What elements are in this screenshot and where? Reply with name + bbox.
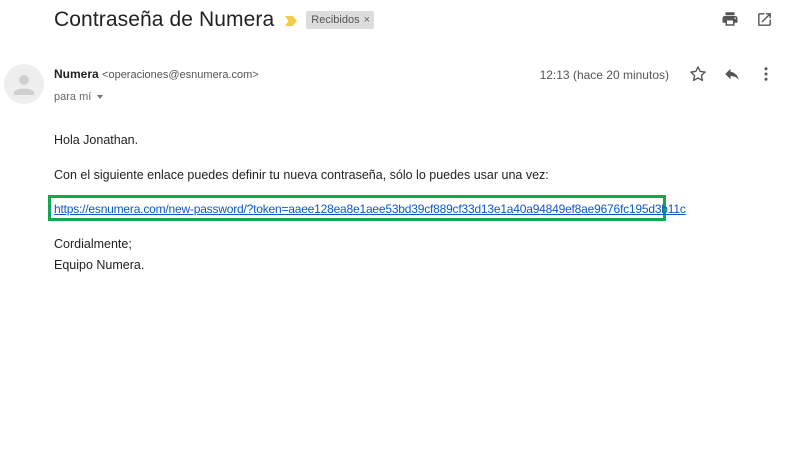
recipient-label: para mí bbox=[54, 91, 92, 103]
star-icon bbox=[690, 66, 706, 82]
open-in-new-window-icon bbox=[757, 12, 771, 26]
signature-text: Equipo Numera. bbox=[54, 258, 145, 272]
importance-marker-icon[interactable] bbox=[284, 14, 298, 28]
email-subject: Contraseña de Numera bbox=[54, 8, 275, 31]
default-avatar-icon bbox=[14, 75, 34, 95]
show-details-chevron-icon[interactable] bbox=[97, 95, 104, 99]
reply-icon bbox=[725, 68, 739, 80]
sender-line: Numera <operaciones@esnumera.com> bbox=[54, 67, 259, 81]
sender-avatar[interactable] bbox=[4, 64, 44, 104]
message-actions bbox=[688, 64, 776, 84]
star-button[interactable] bbox=[688, 64, 708, 84]
more-options-button[interactable] bbox=[756, 64, 776, 84]
sender-name[interactable]: Numera bbox=[54, 67, 99, 81]
email-timestamp: 12:13 (hace 20 minutos) bbox=[539, 68, 669, 82]
greeting-text: Hola Jonathan. bbox=[54, 133, 139, 147]
print-icon bbox=[722, 12, 738, 26]
reply-button[interactable] bbox=[722, 64, 742, 84]
more-vert-icon bbox=[764, 67, 768, 81]
open-in-new-window-button[interactable] bbox=[754, 9, 774, 29]
closing-text: Cordialmente; bbox=[54, 237, 132, 251]
label-chip-inbox[interactable]: Recibidos × bbox=[306, 11, 375, 29]
thread-actions bbox=[720, 9, 774, 29]
password-reset-link[interactable]: https://esnumera.com/new-password/?token… bbox=[54, 202, 686, 216]
print-button[interactable] bbox=[720, 9, 740, 29]
remove-label-button[interactable]: × bbox=[364, 14, 370, 26]
subject-row: Contraseña de Numera Recibidos × bbox=[54, 6, 375, 34]
recipient-line: para mí bbox=[54, 91, 104, 103]
label-chip-text: Recibidos bbox=[311, 14, 360, 26]
sender-email: <operaciones@esnumera.com> bbox=[102, 69, 259, 81]
intro-text: Con el siguiente enlace puedes definir t… bbox=[54, 168, 549, 182]
